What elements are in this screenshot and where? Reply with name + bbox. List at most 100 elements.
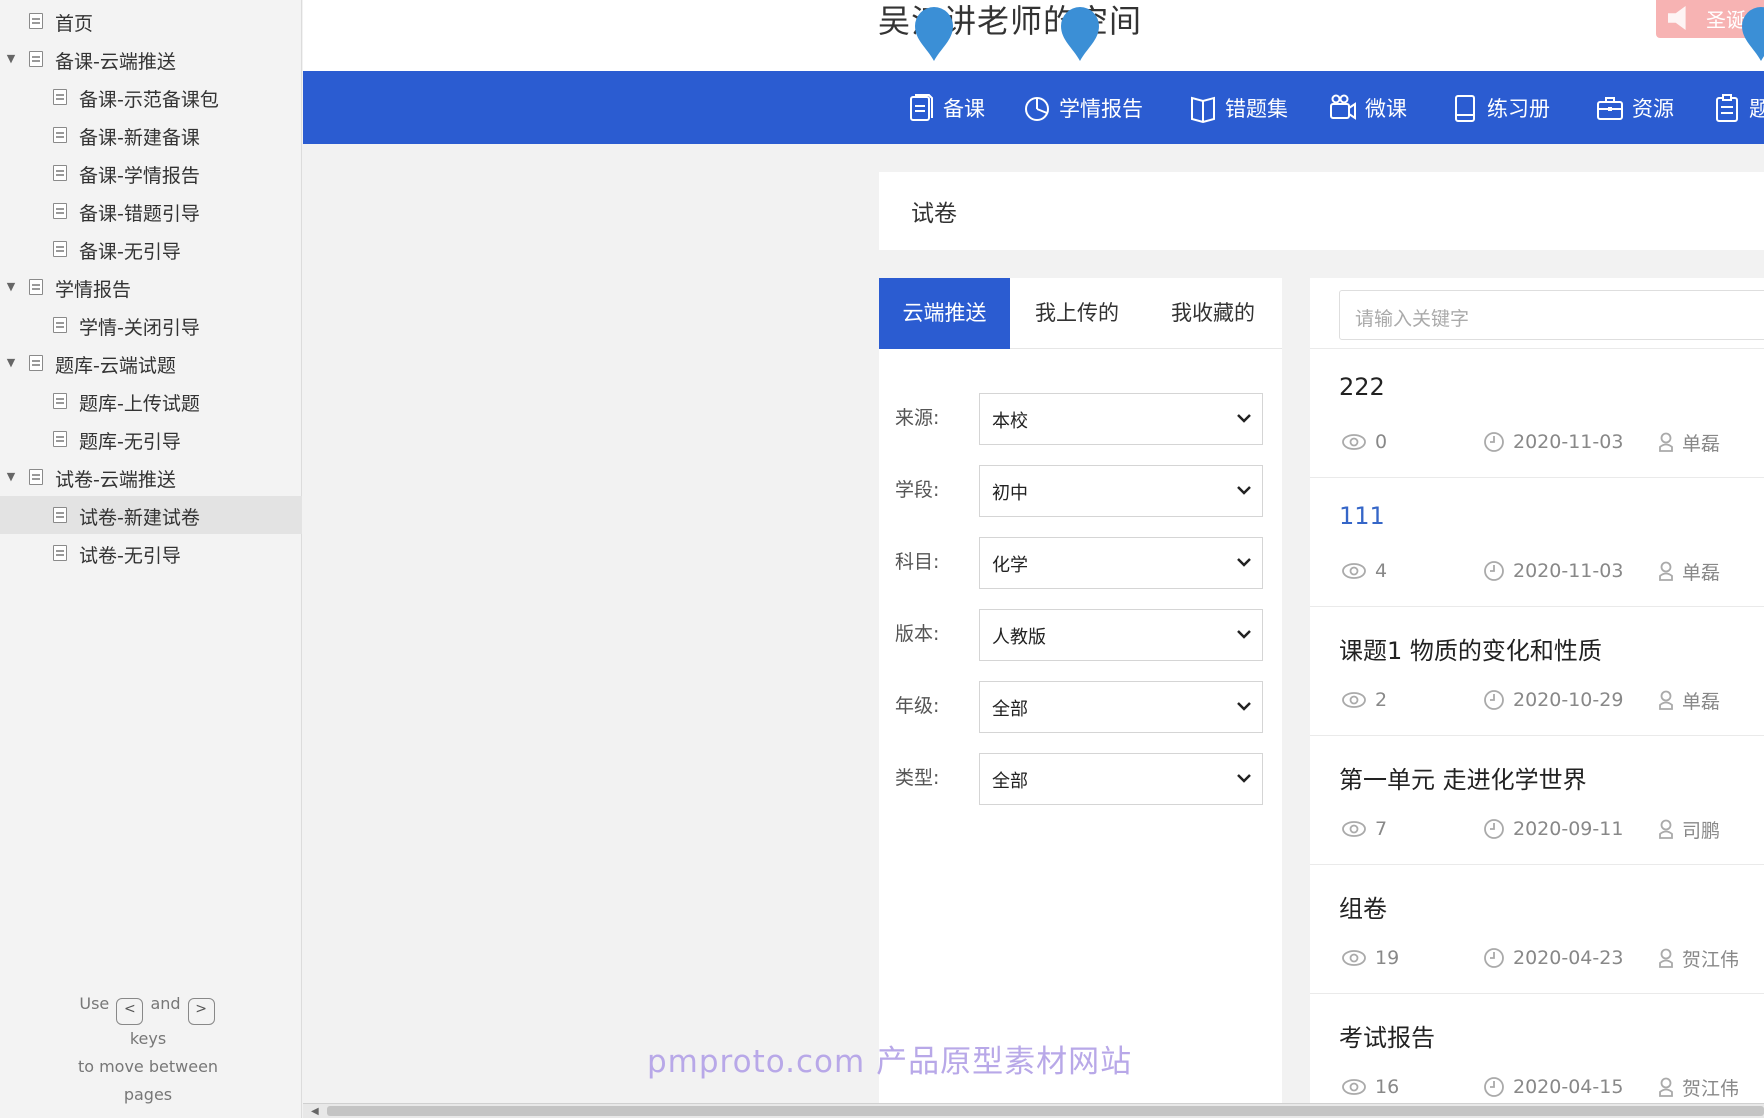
- tree-item-paper-new[interactable]: 试卷-新建试卷: [0, 496, 302, 534]
- paper-title[interactable]: 111: [1339, 502, 1385, 530]
- grade-select[interactable]: 全部: [979, 681, 1263, 733]
- tree-item-lesson-report[interactable]: 备课-学情报告: [0, 154, 302, 192]
- nav-learning-report[interactable]: 学情报告: [1023, 92, 1143, 124]
- stage-select[interactable]: 初中: [979, 465, 1263, 517]
- eye-icon: [1342, 950, 1366, 966]
- tree-item-lesson-no-guide[interactable]: 备课-无引导: [0, 230, 302, 268]
- view-count-value: 4: [1375, 560, 1388, 582]
- author-name: 单磊: [1682, 561, 1721, 584]
- paper-title[interactable]: 第一单元 走进化学世界: [1339, 760, 1587, 795]
- tree-item-label: 备课-示范备课包: [79, 89, 219, 111]
- paper-list-item[interactable]: 222 0 2020-11-03 单磊: [1310, 348, 1764, 476]
- author-name: 贺江伟: [1682, 948, 1740, 971]
- paper-list-panel: 请输入关键字 222 0 2020-11-03 单磊 111 4 2020-11-03 单磊课…: [1310, 278, 1764, 1118]
- tree-item-paper-no-guide[interactable]: 试卷-无引导: [0, 534, 302, 572]
- page-icon: [29, 13, 43, 29]
- tree-item-label: 备课-学情报告: [79, 165, 200, 187]
- video-camera-icon: [1330, 94, 1356, 120]
- page-icon: [53, 241, 67, 257]
- briefcase-icon: [1597, 97, 1623, 120]
- page-icon: [53, 507, 67, 523]
- user-icon: [1659, 561, 1673, 581]
- paper-title[interactable]: 考试报告: [1339, 1018, 1435, 1053]
- tree-item-label: 备课-错题引导: [79, 203, 200, 225]
- tree-item-lesson-new[interactable]: 备课-新建备课: [0, 116, 302, 154]
- author-name: 司鹏: [1682, 819, 1721, 842]
- nav-resources[interactable]: 资源: [1596, 92, 1674, 124]
- paper-title[interactable]: 组卷: [1339, 889, 1387, 924]
- publish-date-value: 2020-04-23: [1513, 947, 1624, 969]
- nav-lesson[interactable]: 备课: [907, 92, 985, 124]
- tree-item-label: 题库-上传试题: [79, 393, 200, 415]
- scroll-left-icon[interactable]: ◀: [311, 1106, 319, 1117]
- nav-questions[interactable]: 题: [1713, 92, 1764, 124]
- select-value: 化学: [992, 555, 1028, 576]
- publish-date-value: 2020-09-11: [1513, 818, 1624, 840]
- paper-list-item[interactable]: 111 4 2020-11-03 单磊: [1310, 477, 1764, 605]
- section-header-card: 试卷: [879, 172, 1764, 250]
- tree-item-report-close-guide[interactable]: 学情-关闭引导: [0, 306, 302, 344]
- tree-item-lesson-mistakes-guide[interactable]: 备课-错题引导: [0, 192, 302, 230]
- tree-item-bank-cloud[interactable]: ▼ 题库-云端试题: [0, 344, 302, 382]
- filter-grade: 年级: 全部: [879, 681, 1282, 733]
- select-value: 人教版: [992, 627, 1046, 648]
- page-icon: [53, 545, 67, 561]
- clock-icon: [1484, 819, 1504, 839]
- author-name: 单磊: [1682, 432, 1721, 455]
- author: 贺江伟: [1658, 1074, 1739, 1100]
- tab-my-favorites[interactable]: 我收藏的: [1144, 278, 1282, 349]
- expand-caret-icon[interactable]: ▼: [5, 53, 17, 65]
- source-select[interactable]: 本校: [979, 393, 1263, 445]
- page-icon: [29, 279, 43, 295]
- filter-label: 科目:: [895, 551, 940, 573]
- tree-item-bank-upload[interactable]: 题库-上传试题: [0, 382, 302, 420]
- expand-caret-icon[interactable]: ▼: [5, 281, 17, 293]
- nav-micro-lesson[interactable]: 微课: [1329, 92, 1407, 124]
- annotation-pin-icon[interactable]: [913, 6, 955, 62]
- tree-item-lesson-demo-package[interactable]: 备课-示范备课包: [0, 78, 302, 116]
- paper-title[interactable]: 课题1 物质的变化和性质: [1339, 631, 1602, 666]
- paper-list-item[interactable]: 课题1 物质的变化和性质 2 2020-10-29 单磊: [1310, 606, 1764, 734]
- paper-title[interactable]: 222: [1339, 373, 1385, 401]
- edition-select[interactable]: 人教版: [979, 609, 1263, 661]
- annotation-pin-icon[interactable]: [1059, 6, 1101, 62]
- scrollbar-thumb[interactable]: [327, 1106, 1764, 1116]
- annotation-pin-icon[interactable]: [1740, 6, 1764, 62]
- tree-item-label: 题库-无引导: [79, 431, 181, 453]
- nav-workbook[interactable]: 练习册: [1451, 92, 1550, 124]
- publish-date: 2020-04-23: [1483, 945, 1623, 971]
- site-watermark: pmproto.com 产品原型素材网站: [647, 1044, 1133, 1080]
- nav-label: 题: [1749, 97, 1764, 121]
- filter-label: 学段:: [895, 479, 940, 501]
- nav-mistakes[interactable]: 错题集: [1189, 92, 1288, 124]
- publish-date-value: 2020-11-03: [1513, 431, 1624, 453]
- open-book-icon: [1191, 96, 1215, 123]
- type-select[interactable]: 全部: [979, 753, 1263, 805]
- tab-my-uploads[interactable]: 我上传的: [1010, 278, 1144, 349]
- page-icon: [29, 355, 43, 371]
- chevron-down-icon: [1237, 774, 1251, 783]
- tree-item-lesson-cloud-push[interactable]: ▼ 备课-云端推送: [0, 40, 302, 78]
- tree-item-paper-cloud-push[interactable]: ▼ 试卷-云端推送: [0, 458, 302, 496]
- paper-list-item[interactable]: 组卷 19 2020-04-23 贺江伟: [1310, 864, 1764, 992]
- author: 贺江伟: [1658, 945, 1739, 971]
- horizontal-scrollbar[interactable]: ◀: [303, 1103, 1764, 1118]
- filter-edition: 版本: 人教版: [879, 609, 1282, 661]
- expand-caret-icon[interactable]: ▼: [5, 471, 17, 483]
- prev-key-icon: <: [116, 998, 144, 1025]
- paper-list-item[interactable]: 考试报告 16 2020-04-15 贺江伟: [1310, 993, 1764, 1118]
- publish-date: 2020-10-29: [1483, 687, 1623, 713]
- paper-list-item[interactable]: 第一单元 走进化学世界 7 2020-09-11 司鹏: [1310, 735, 1764, 863]
- tree-item-learning-report[interactable]: ▼ 学情报告: [0, 268, 302, 306]
- speaker-icon: [1668, 6, 1686, 30]
- subject-select[interactable]: 化学: [979, 537, 1263, 589]
- tree-item-home[interactable]: 首页: [0, 2, 302, 40]
- app-window: 首页 ▼ 备课-云端推送 备课-示范备课包 备课-新建备课 备课-学情报告 备课…: [0, 0, 1764, 1118]
- author: 单磊: [1658, 429, 1720, 455]
- tree-item-bank-no-guide[interactable]: 题库-无引导: [0, 420, 302, 458]
- tab-cloud-push[interactable]: 云端推送: [879, 278, 1010, 349]
- expand-caret-icon[interactable]: ▼: [5, 357, 17, 369]
- keyword-search-input[interactable]: 请输入关键字: [1339, 290, 1764, 340]
- pie-chart-icon: [1025, 97, 1049, 121]
- hint-move-text: to move between: [77, 1057, 219, 1076]
